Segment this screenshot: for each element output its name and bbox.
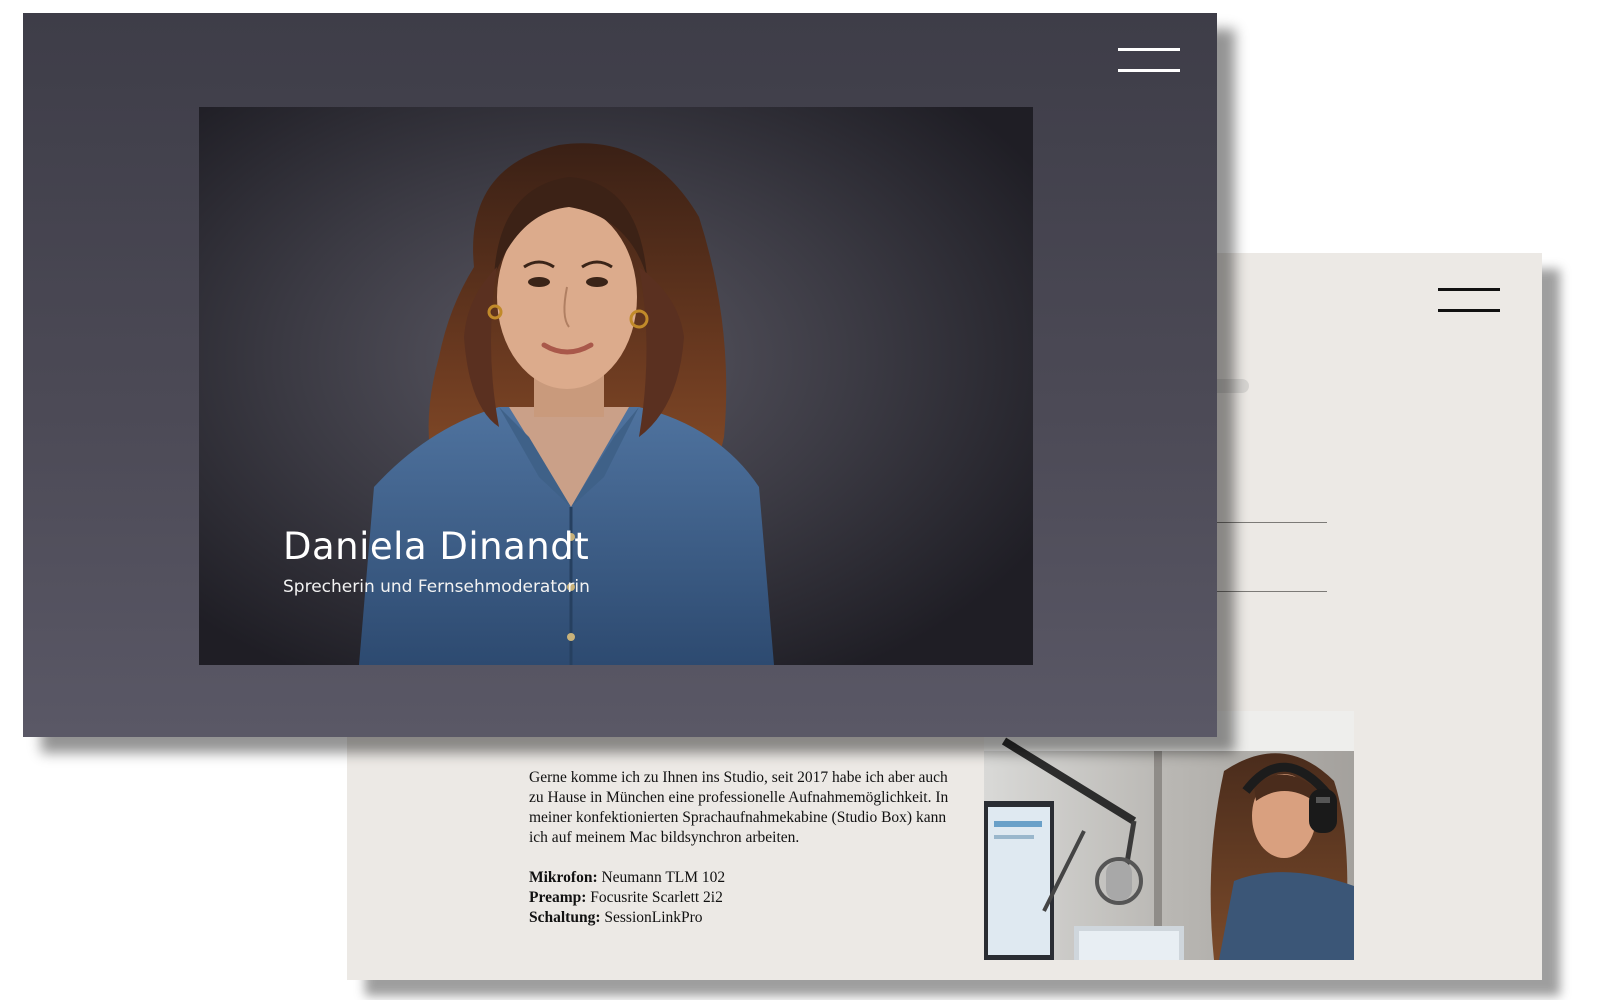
hamburger-menu-icon[interactable] (1438, 288, 1500, 314)
spec-row: Mikrofon: Neumann TLM 102 (529, 868, 949, 888)
spec-label: Preamp: (529, 889, 587, 906)
studio-intro-text: Gerne komme ich zu Ihnen ins Studio, sei… (529, 769, 949, 846)
menu-line (1438, 309, 1500, 312)
hero-page: Daniela Dinandt Sprecherin und Fernsehmo… (23, 13, 1217, 737)
hero-subtitle: Sprecherin und Fernsehmoderatorin (283, 577, 590, 597)
hamburger-menu-icon[interactable] (1118, 48, 1180, 74)
studio-description: Gerne komme ich zu Ihnen ins Studio, sei… (529, 768, 949, 928)
spec-label: Mikrofon: (529, 869, 598, 886)
spec-value: SessionLinkPro (604, 909, 703, 926)
studio-recording-photo (984, 711, 1354, 960)
spec-label: Schaltung: (529, 909, 601, 926)
portrait-photo: Daniela Dinandt Sprecherin und Fernsehmo… (199, 107, 1033, 665)
spec-value: Focusrite Scarlett 2i2 (590, 889, 723, 906)
spec-value: Neumann TLM 102 (601, 869, 726, 886)
screenshot-stage: Gerne komme ich zu Ihnen ins Studio, sei… (0, 0, 1600, 1000)
spec-row: Preamp: Focusrite Scarlett 2i2 (529, 888, 949, 908)
menu-line (1438, 288, 1500, 291)
menu-line (1118, 48, 1180, 51)
menu-line (1118, 69, 1180, 72)
spec-row: Schaltung: SessionLinkPro (529, 908, 949, 928)
studio-photo-illustration (984, 711, 1354, 960)
equipment-specs: Mikrofon: Neumann TLM 102 Preamp: Focusr… (529, 868, 949, 928)
hero-name: Daniela Dinandt (283, 525, 590, 568)
